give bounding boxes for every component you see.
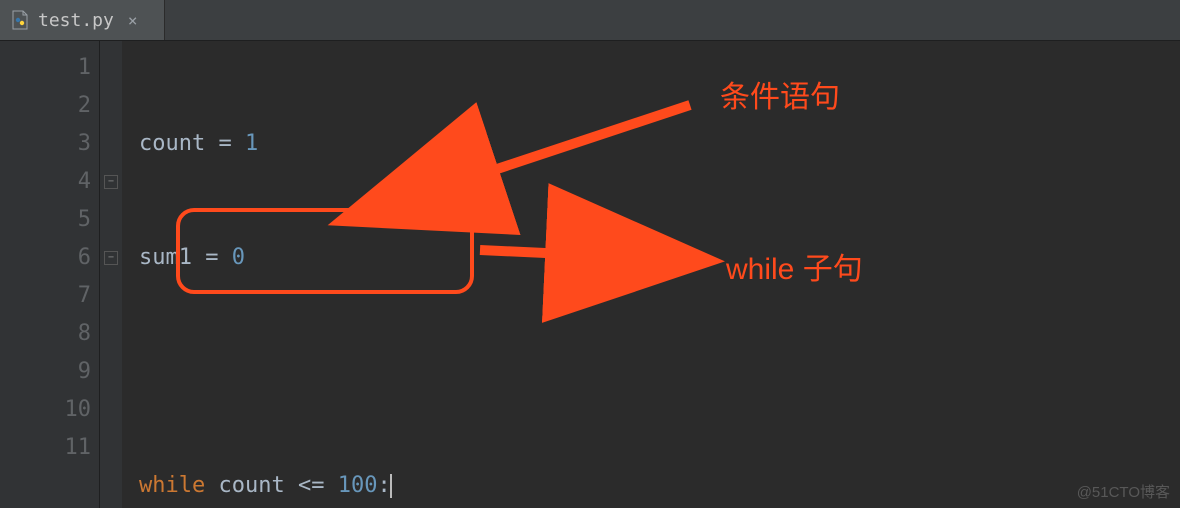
watermark: @51CTO博客 — [1077, 481, 1170, 502]
editor: 1 2 3 4 5 6 7 8 9 10 11 − − count = 1 su… — [0, 41, 1180, 508]
line-number: 11 — [0, 429, 91, 467]
line-number-gutter: 1 2 3 4 5 6 7 8 9 10 11 — [0, 41, 100, 508]
text-cursor — [390, 474, 392, 498]
code-line: sum1 = 0 — [139, 239, 1180, 277]
line-number: 1 — [0, 49, 91, 87]
fold-toggle-icon[interactable]: − — [104, 175, 118, 189]
code-line: count = 1 — [139, 125, 1180, 163]
python-file-icon — [12, 10, 30, 30]
line-number: 2 — [0, 87, 91, 125]
code-area[interactable]: count = 1 sum1 = 0 while count <= 100: s… — [123, 41, 1180, 508]
line-number: 6 — [0, 239, 91, 277]
line-number: 8 — [0, 315, 91, 353]
annotation-label-condition: 条件语句 — [720, 72, 840, 116]
line-number: 9 — [0, 353, 91, 391]
code-line — [139, 353, 1180, 391]
code-line: while count <= 100: — [139, 467, 1180, 505]
fold-column: − − — [100, 41, 123, 508]
line-number: 5 — [0, 201, 91, 239]
tab-filename: test.py — [38, 10, 114, 31]
line-number: 3 — [0, 125, 91, 163]
line-number: 7 — [0, 277, 91, 315]
annotation-label-body: while 子句 — [726, 244, 863, 288]
close-tab-icon[interactable]: × — [128, 11, 138, 30]
line-number: 10 — [0, 391, 91, 429]
tab-bar: test.py × — [0, 0, 1180, 41]
line-number: 4 — [0, 163, 91, 201]
fold-toggle-icon[interactable]: − — [104, 251, 118, 265]
file-tab[interactable]: test.py × — [0, 0, 165, 40]
